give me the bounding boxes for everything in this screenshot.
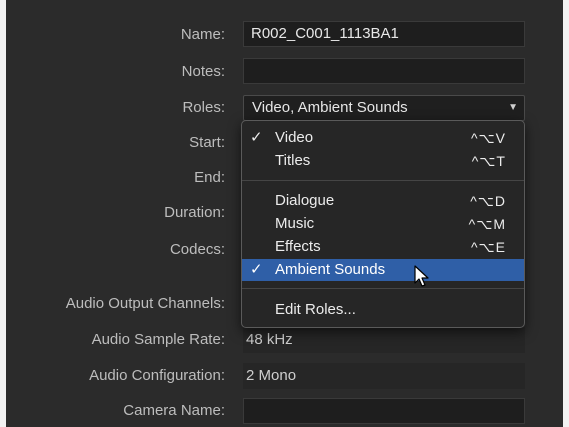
checkmark-icon: ✓ xyxy=(250,129,263,146)
audio-configuration-value: 2 Mono xyxy=(246,367,297,384)
roles-dropdown-menu: ✓ Video ^⌥V Titles ^⌥T Dialogue ^⌥D Musi… xyxy=(241,120,525,328)
menu-item-label: Music xyxy=(275,215,315,232)
mouse-pointer-icon xyxy=(414,265,429,287)
codecs-label: Codecs: xyxy=(169,241,225,258)
menu-item-shortcut: ^⌥D xyxy=(470,193,506,209)
notes-field[interactable] xyxy=(243,58,525,84)
menu-item-label: Ambient Sounds xyxy=(275,261,386,278)
chevron-down-icon: ▼ xyxy=(508,102,518,113)
menu-item-label: Dialogue xyxy=(275,192,335,209)
menu-item-label: Edit Roles... xyxy=(275,301,356,318)
menu-item-shortcut: ^⌥E xyxy=(470,239,506,255)
menu-item-ambient-sounds[interactable]: ✓ Ambient Sounds xyxy=(242,259,524,281)
roles-label: Roles: xyxy=(182,99,225,116)
menu-item-edit-roles[interactable]: Edit Roles... xyxy=(242,299,524,321)
duration-label: Duration: xyxy=(164,204,225,221)
camera-name-field[interactable] xyxy=(243,398,525,424)
audio-sample-rate-label: Audio Sample Rate: xyxy=(91,331,225,348)
audio-configuration-label: Audio Configuration: xyxy=(89,367,225,384)
start-label: Start: xyxy=(189,134,225,151)
menu-item-label: Video xyxy=(275,129,314,146)
notes-label: Notes: xyxy=(181,63,225,80)
menu-item-shortcut: ^⌥V xyxy=(470,130,506,146)
checkmark-icon: ✓ xyxy=(250,261,263,278)
menu-separator xyxy=(242,180,524,181)
menu-item-shortcut: ^⌥M xyxy=(468,216,506,232)
audio-output-channels-label: Audio Output Channels: xyxy=(65,295,225,312)
name-field[interactable]: R002_C001_1113BA1 xyxy=(243,21,525,47)
menu-item-effects[interactable]: Effects ^⌥E xyxy=(242,236,524,258)
roles-popup-button[interactable]: Video, Ambient Sounds ▼ xyxy=(243,95,525,121)
audio-sample-rate-value: 48 kHz xyxy=(246,331,293,348)
camera-name-label: Camera Name: xyxy=(123,402,225,419)
menu-item-shortcut: ^⌥T xyxy=(471,153,506,169)
menu-item-label: Effects xyxy=(275,238,321,255)
menu-item-dialogue[interactable]: Dialogue ^⌥D xyxy=(242,190,524,212)
menu-item-titles[interactable]: Titles ^⌥T xyxy=(242,150,524,172)
menu-item-label: Titles xyxy=(275,152,311,169)
name-label: Name: xyxy=(180,26,225,43)
roles-value: Video, Ambient Sounds xyxy=(252,99,408,116)
end-label: End: xyxy=(194,169,225,186)
menu-item-music[interactable]: Music ^⌥M xyxy=(242,213,524,235)
menu-separator xyxy=(242,288,524,289)
menu-item-video[interactable]: ✓ Video ^⌥V xyxy=(242,127,524,149)
